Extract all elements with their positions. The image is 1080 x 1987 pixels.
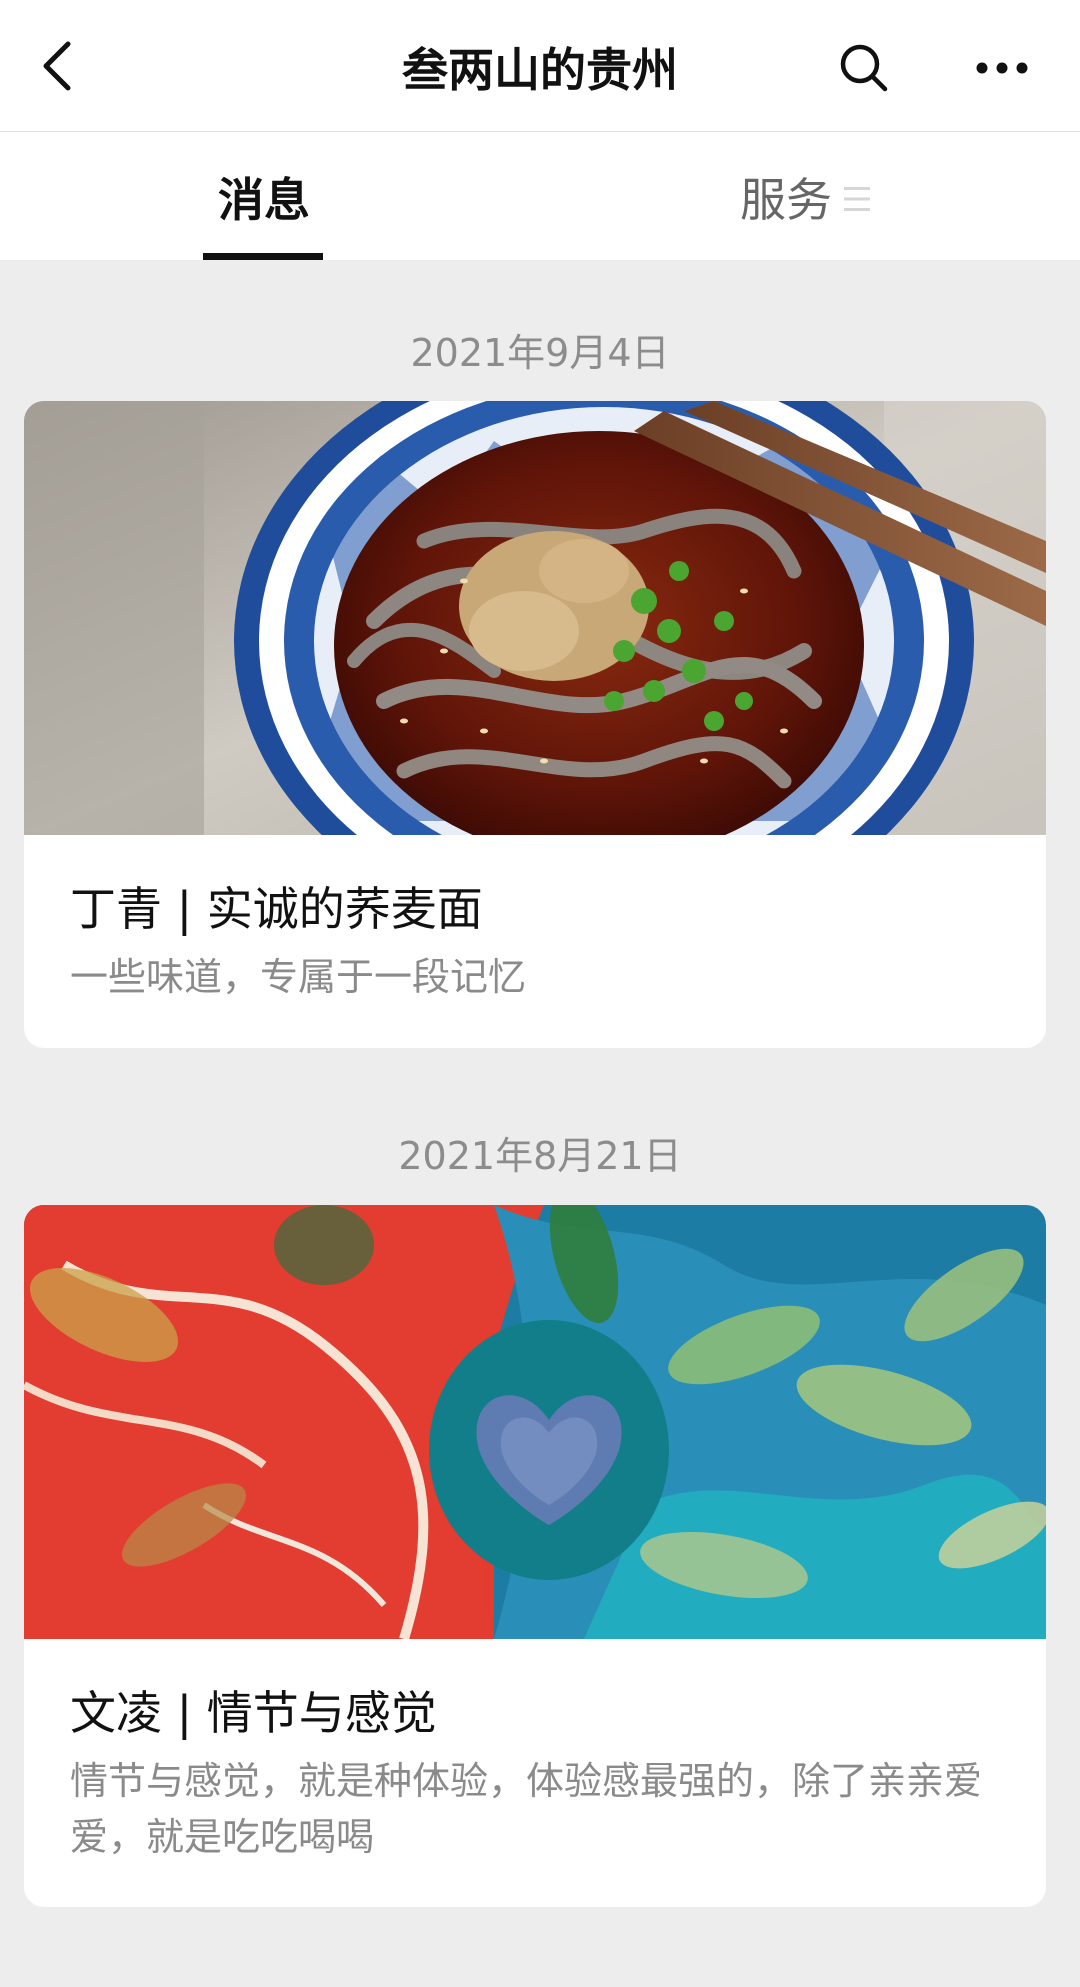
- article-card[interactable]: 丁青 | 实诚的荞麦面 一些味道，专属于一段记忆: [24, 401, 1046, 1048]
- page-title: 叁两山的贵州: [402, 43, 678, 97]
- article-title: 丁青 | 实诚的荞麦面: [70, 882, 483, 936]
- active-tab-indicator: [203, 253, 323, 260]
- more-horizontal-icon: [976, 62, 1028, 74]
- message-date: 2021年9月4日: [410, 331, 670, 375]
- article-cover-image: [24, 1205, 1046, 1639]
- tab-bar: 消息 服务: [0, 132, 1080, 260]
- search-button[interactable]: [836, 40, 892, 96]
- navigation-bar: 叁两山的贵州: [0, 0, 1080, 132]
- message-date: 2021年8月21日: [398, 1134, 682, 1178]
- article-description: 一些味道，专属于一段记忆: [70, 955, 527, 999]
- article-title: 文凌 | 情节与感觉: [70, 1686, 437, 1740]
- chevron-left-icon: [43, 41, 71, 91]
- tab-messages[interactable]: 消息: [0, 132, 540, 260]
- menu-icon: [844, 187, 870, 211]
- more-button[interactable]: [970, 40, 1034, 96]
- tab-messages-label: 消息: [218, 173, 310, 227]
- search-icon: [840, 44, 888, 92]
- tab-services-label: 服务: [740, 173, 832, 227]
- article-description: 情节与感觉，就是种体验，体验感最强的，除了亲亲爱爱，就是吃吃喝喝: [70, 1759, 983, 1859]
- article-cover-image: [24, 401, 1046, 835]
- back-button[interactable]: [30, 38, 86, 94]
- tab-services[interactable]: 服务: [540, 132, 1080, 260]
- article-card[interactable]: 文凌 | 情节与感觉 情节与感觉，就是种体验，体验感最强的，除了亲亲爱爱，就是吃…: [24, 1205, 1046, 1907]
